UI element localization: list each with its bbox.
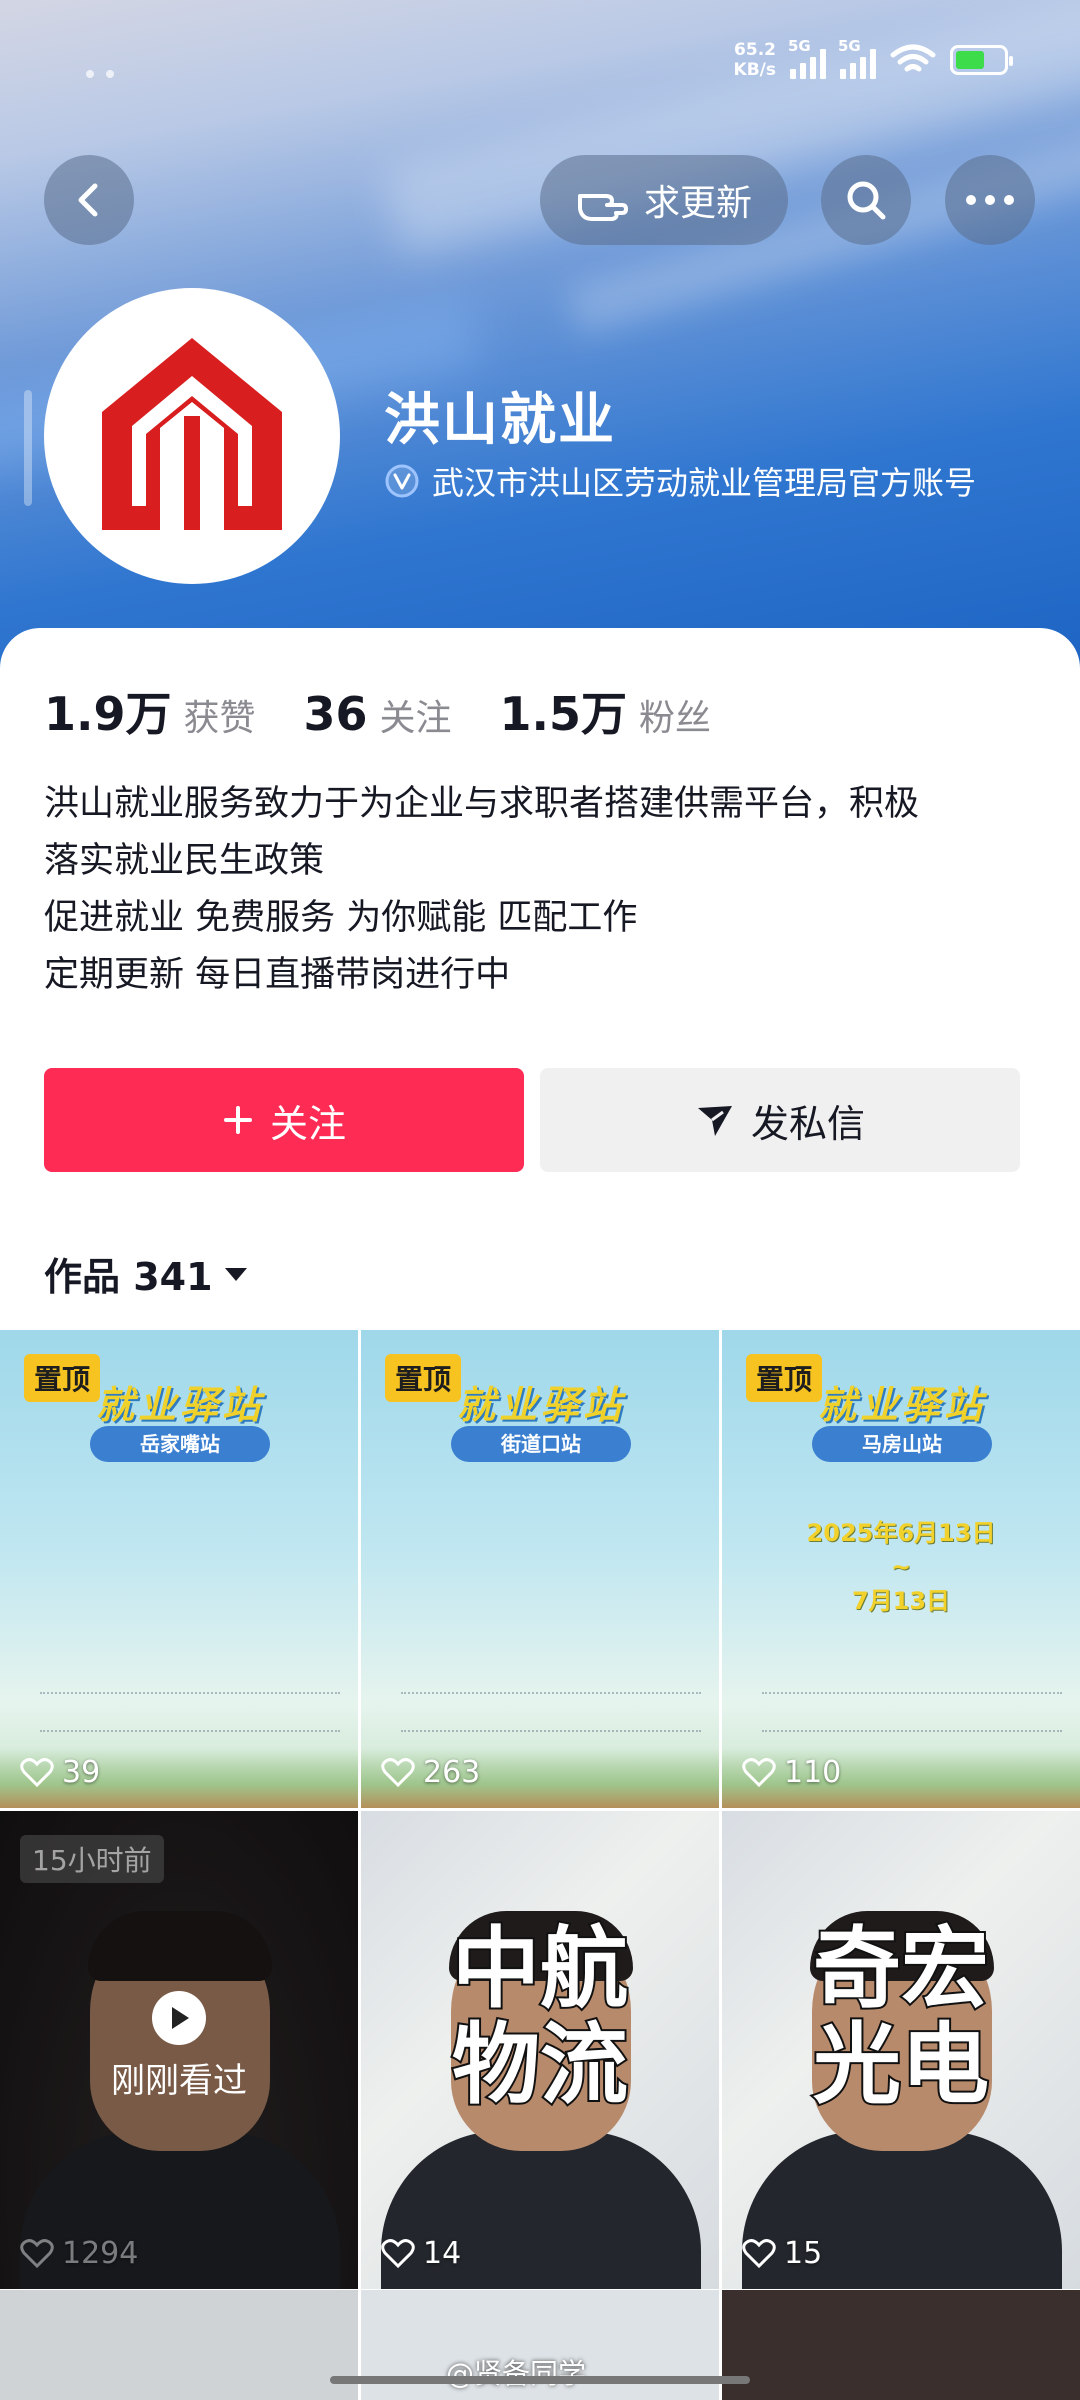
video-likes: 15 [742,2236,822,2271]
pinned-badge: 置顶 [746,1354,823,1402]
bio-line: 促进就业 免费服务 为你赋能 匹配工作 [44,898,638,938]
profile-bio: 洪山就业服务致力于为企业与求职者搭建供需平台，积极 落实就业民生政策 促进就业 … [44,776,1044,1004]
recently-watched-overlay: 刚刚看过 [0,1991,358,2102]
request-update-label: 求更新 [643,183,752,224]
network-speed: 65.2 KB/s [733,40,776,80]
poster-fine-print [40,1692,340,1732]
following-count[interactable]: 36 [304,687,368,741]
play-icon [152,1991,206,2045]
avatar[interactable] [44,288,340,584]
heart-icon [20,1757,54,1787]
heart-icon [20,2238,54,2268]
status-dots [86,70,114,78]
follow-button[interactable]: 关注 [44,1068,524,1172]
video-tile[interactable]: 就业驿站 岳家嘴站 置顶 39 [0,1330,358,1808]
poster-fine-print [762,1692,1062,1732]
bio-line: 落实就业民生政策 [44,841,325,881]
search-icon [847,181,886,220]
verified-badge-icon [385,464,419,498]
plus-icon [223,1106,252,1134]
pinned-badge: 置顶 [24,1354,101,1402]
signal-icon-2: 5G [838,37,876,79]
video-tile[interactable]: 中航 物流 14 [361,1811,719,2289]
watermark: @贤备同学 [446,2357,587,2390]
wifi-icon [890,44,936,72]
bio-line: 定期更新 每日直播带岗进行中 [44,955,511,995]
video-overlay-title: 中航 物流 [450,1917,630,2116]
profile-info-card: 1.9万 获赞 36 关注 1.5万 粉丝 洪山就业服务致力于为企业与求职者搭建… [0,628,1080,1328]
video-likes: 14 [381,2236,461,2271]
likes-count[interactable]: 1.9万 [44,678,172,744]
back-button[interactable] [44,155,134,245]
profile-stats: 1.9万 获赞 36 关注 1.5万 粉丝 [44,678,759,744]
heart-icon [381,1757,415,1787]
followers-label: 粉丝 [639,698,712,739]
video-overlay-title: 奇宏 光电 [811,1917,991,2116]
profile-name: 洪山就业 [384,388,616,453]
followers-count[interactable]: 1.5万 [500,678,628,744]
poster-station: 岳家嘴站 [90,1426,270,1462]
caret-down-icon [224,1267,247,1281]
brand-logo-icon [102,338,282,530]
recently-watched-label: 刚刚看过 [111,2061,247,2101]
poster-dates: 2025年6月13日 ~ 7月13日 [806,1519,996,1615]
chevron-left-icon [78,183,98,217]
battery-icon [950,45,1013,75]
send-icon [697,1106,732,1136]
video-likes: 39 [20,1755,100,1790]
message-label: 发私信 [750,1101,865,1146]
more-dots-icon [966,195,1014,205]
scroll-indicator [24,390,32,506]
poster-station: 马房山站 [812,1426,992,1462]
pointing-hand-icon [577,194,628,221]
more-options-button[interactable] [945,155,1035,245]
video-tile[interactable]: 就业驿站 街道口站 置顶 263 [361,1330,719,1808]
heart-icon [381,2238,415,2268]
poster-fine-print [401,1692,701,1732]
request-update-button[interactable]: 求更新 [540,155,788,245]
video-likes: 110 [742,1755,841,1790]
follow-label: 关注 [269,1101,346,1146]
message-button[interactable]: 发私信 [540,1068,1020,1172]
video-tile[interactable]: 奇宏 光电 15 [722,1811,1080,2289]
pinned-badge: 置顶 [385,1354,462,1402]
heart-icon [742,1757,776,1787]
following-label: 关注 [379,698,452,739]
verification-text: 武汉市洪山区劳动就业管理局官方账号 [432,464,977,502]
search-button[interactable] [821,155,911,245]
video-tile[interactable]: 15小时前 刚刚看过 1294 [0,1811,358,2289]
signal-icon: 5G [788,37,826,79]
verification-line: 武汉市洪山区劳动就业管理局官方账号 [384,458,976,504]
bio-line: 洪山就业服务致力于为企业与求职者搭建供需平台，积极 [44,784,920,824]
heart-icon [742,2238,776,2268]
likes-label: 获赞 [183,698,256,739]
posted-time-badge: 15小时前 [20,1835,164,1883]
works-tab[interactable]: 作品 341 [44,1246,249,1301]
video-likes: 1294 [20,2236,138,2271]
video-likes: 263 [381,1755,480,1790]
poster-station: 街道口站 [451,1426,631,1462]
home-indicator[interactable] [330,2376,750,2384]
video-tile[interactable]: 就业驿站 马房山站 2025年6月13日 ~ 7月13日 置顶 110 [722,1330,1080,1808]
status-bar: 65.2 KB/s 5G 5G [733,37,1013,80]
works-label: 作品 341 [44,1255,213,1299]
